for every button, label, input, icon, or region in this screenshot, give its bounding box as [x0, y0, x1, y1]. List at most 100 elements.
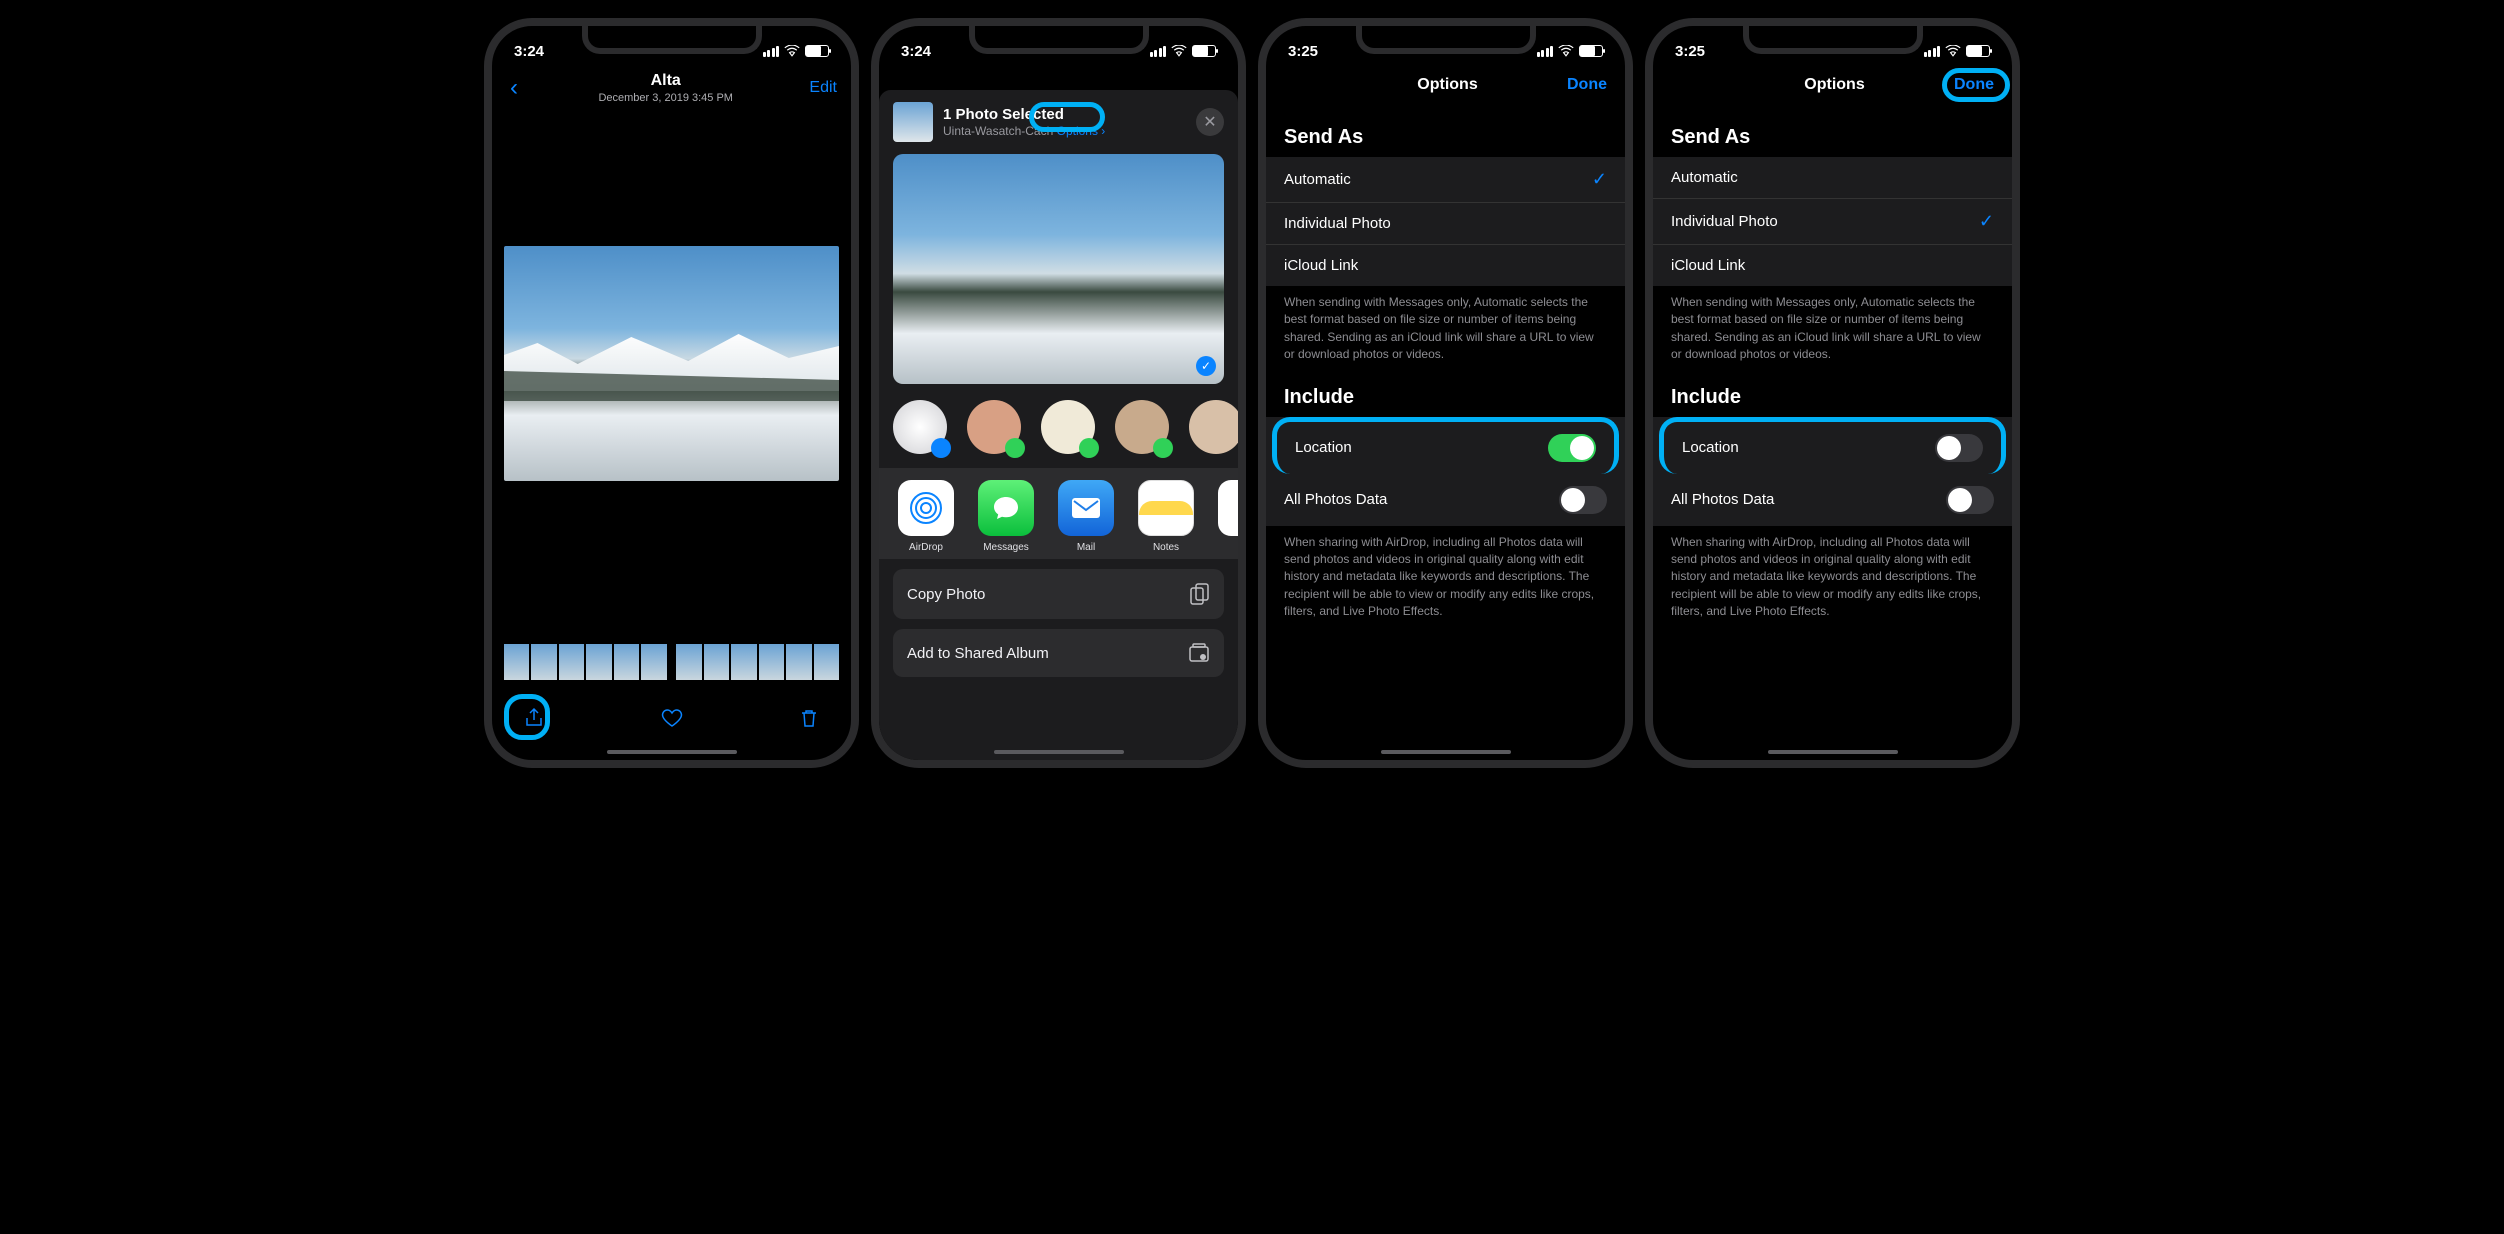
- home-indicator[interactable]: [1768, 750, 1898, 754]
- battery-icon: [1966, 45, 1990, 57]
- wifi-icon: [1558, 45, 1574, 57]
- section-include: Include: [1266, 364, 1625, 417]
- notch: [1356, 26, 1536, 54]
- signal-icon: [1924, 46, 1941, 57]
- notch: [969, 26, 1149, 54]
- edit-button[interactable]: Edit: [809, 79, 837, 97]
- wifi-icon: [784, 45, 800, 57]
- all-data-toggle[interactable]: [1559, 486, 1607, 514]
- phone-options-on: 3:25 Options Done Send As Automatic✓ Ind…: [1258, 18, 1633, 768]
- send-as-list: Automatic Individual Photo✓ iCloud Link: [1653, 157, 2012, 286]
- share-thumb: [893, 102, 933, 142]
- actions-list: Copy Photo Add to Shared Album: [879, 559, 1238, 687]
- signal-icon: [1150, 46, 1167, 57]
- section-send-as: Send As: [1653, 104, 2012, 157]
- phone-options-off: 3:25 Options Done Send As Automatic Indi…: [1645, 18, 2020, 768]
- wifi-icon: [1171, 45, 1187, 57]
- action-shared-album[interactable]: Add to Shared Album: [893, 629, 1224, 677]
- section-include: Include: [1653, 364, 2012, 417]
- wifi-icon: [1945, 45, 1961, 57]
- nav-subtitle: December 3, 2019 3:45 PM: [522, 92, 809, 104]
- row-individual[interactable]: Individual Photo✓: [1653, 199, 2012, 245]
- back-button[interactable]: ‹: [506, 76, 522, 100]
- row-icloud[interactable]: iCloud Link: [1266, 245, 1625, 286]
- messages-badge-icon: [1153, 438, 1173, 458]
- include-footer: When sharing with AirDrop, including all…: [1653, 526, 2012, 621]
- contact-avatar[interactable]: [1115, 400, 1169, 454]
- share-subtitle: Uinta-Wasatch-Cach: [943, 124, 1053, 138]
- row-automatic[interactable]: Automatic✓: [1266, 157, 1625, 203]
- contacts-row: [879, 384, 1238, 468]
- messages-badge-icon: [1005, 438, 1025, 458]
- done-button[interactable]: Done: [1954, 76, 1994, 94]
- send-as-footer: When sending with Messages only, Automat…: [1653, 286, 2012, 364]
- app-mail[interactable]: Mail: [1053, 480, 1119, 553]
- share-title: 1 Photo Selected: [943, 106, 1186, 123]
- contact-avatar[interactable]: [1189, 400, 1238, 454]
- all-data-toggle[interactable]: [1946, 486, 1994, 514]
- airdrop-contact[interactable]: [893, 400, 947, 454]
- section-send-as: Send As: [1266, 104, 1625, 157]
- app-notes[interactable]: Notes: [1133, 480, 1199, 553]
- checkmark-icon: ✓: [1592, 169, 1607, 190]
- battery-icon: [1579, 45, 1603, 57]
- photo-preview[interactable]: [504, 246, 839, 481]
- share-button[interactable]: [522, 706, 546, 730]
- notch: [582, 26, 762, 54]
- bottom-toolbar: [492, 706, 851, 730]
- send-as-footer: When sending with Messages only, Automat…: [1266, 286, 1625, 364]
- checkmark-icon: ✓: [1196, 356, 1216, 376]
- battery-icon: [1192, 45, 1216, 57]
- options-header: Options Done: [1266, 66, 1625, 104]
- app-messages[interactable]: Messages: [973, 480, 1039, 553]
- send-as-list: Automatic✓ Individual Photo iCloud Link: [1266, 157, 1625, 286]
- row-automatic[interactable]: Automatic: [1653, 157, 2012, 199]
- copy-icon: [1190, 583, 1210, 605]
- include-list: Location All Photos Data: [1266, 417, 1625, 526]
- row-icloud[interactable]: iCloud Link: [1653, 245, 2012, 286]
- messages-badge-icon: [1079, 438, 1099, 458]
- home-indicator[interactable]: [607, 750, 737, 754]
- close-button[interactable]: ✕: [1196, 108, 1224, 136]
- row-all-photos-data[interactable]: All Photos Data: [1266, 474, 1625, 526]
- airdrop-badge-icon: [931, 438, 951, 458]
- options-title: Options: [1715, 76, 1954, 94]
- row-individual[interactable]: Individual Photo: [1266, 203, 1625, 245]
- app-airdrop[interactable]: AirDrop: [893, 480, 959, 553]
- home-indicator[interactable]: [1381, 750, 1511, 754]
- home-indicator[interactable]: [994, 750, 1124, 754]
- status-time: 3:25: [1288, 43, 1318, 60]
- signal-icon: [1537, 46, 1554, 57]
- nav-title: Alta: [522, 72, 809, 90]
- app-more[interactable]: R: [1213, 480, 1238, 553]
- options-title: Options: [1328, 76, 1567, 94]
- row-location[interactable]: Location: [1272, 417, 1619, 474]
- signal-icon: [763, 46, 780, 57]
- nav-bar: ‹ Alta December 3, 2019 3:45 PM Edit: [492, 66, 851, 106]
- status-time: 3:25: [1675, 43, 1705, 60]
- location-toggle[interactable]: [1548, 434, 1596, 462]
- row-all-photos-data[interactable]: All Photos Data: [1653, 474, 2012, 526]
- status-time: 3:24: [901, 43, 931, 60]
- thumbnail-strip[interactable]: [504, 644, 839, 680]
- checkmark-icon: ✓: [1979, 211, 1994, 232]
- selected-photo[interactable]: ✓: [893, 154, 1224, 384]
- contact-avatar[interactable]: [1041, 400, 1095, 454]
- share-sheet: 1 Photo Selected Uinta-Wasatch-Cach Opti…: [879, 90, 1238, 760]
- action-copy-photo[interactable]: Copy Photo: [893, 569, 1224, 619]
- status-time: 3:24: [514, 43, 544, 60]
- location-toggle[interactable]: [1935, 434, 1983, 462]
- favorite-button[interactable]: [660, 706, 684, 730]
- trash-button[interactable]: [797, 706, 821, 730]
- contact-avatar[interactable]: [967, 400, 1021, 454]
- include-list: Location All Photos Data: [1653, 417, 2012, 526]
- phone-photos-detail: 3:24 ‹ Alta December 3, 2019 3:45 PM Edi…: [484, 18, 859, 768]
- options-link[interactable]: Options ›: [1057, 124, 1106, 138]
- include-footer: When sharing with AirDrop, including all…: [1266, 526, 1625, 621]
- phone-share-sheet: 3:24 1 Photo Selected Uinta-Wasatch-Cach…: [871, 18, 1246, 768]
- row-location[interactable]: Location: [1659, 417, 2006, 474]
- options-header: Options Done: [1653, 66, 2012, 104]
- share-header: 1 Photo Selected Uinta-Wasatch-Cach Opti…: [879, 102, 1238, 154]
- notch: [1743, 26, 1923, 54]
- done-button[interactable]: Done: [1567, 76, 1607, 94]
